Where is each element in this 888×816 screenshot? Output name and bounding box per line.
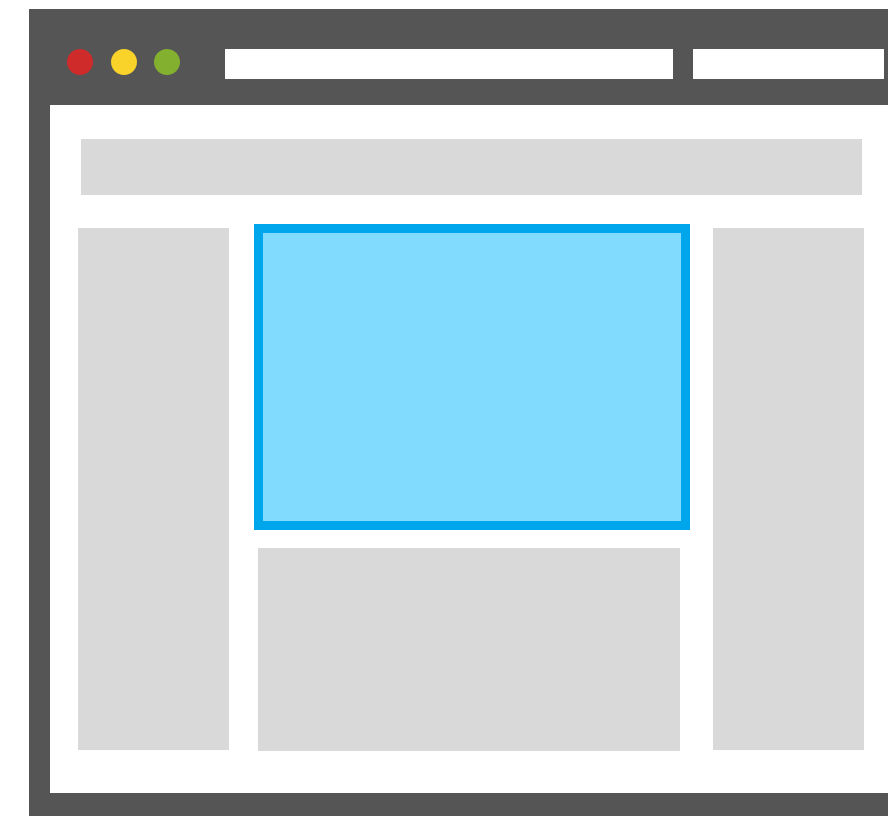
address-bar[interactable] — [225, 49, 673, 79]
right-sidebar-placeholder — [713, 228, 864, 750]
bottom-content-placeholder — [258, 548, 680, 751]
highlighted-content-block — [254, 224, 690, 530]
left-sidebar-placeholder — [78, 228, 229, 750]
minimize-dot-icon[interactable] — [111, 49, 137, 75]
header-placeholder — [81, 139, 862, 195]
search-bar[interactable] — [693, 49, 884, 79]
browser-window — [29, 9, 888, 816]
page-viewport — [50, 105, 888, 793]
close-dot-icon[interactable] — [67, 49, 93, 75]
maximize-dot-icon[interactable] — [154, 49, 180, 75]
